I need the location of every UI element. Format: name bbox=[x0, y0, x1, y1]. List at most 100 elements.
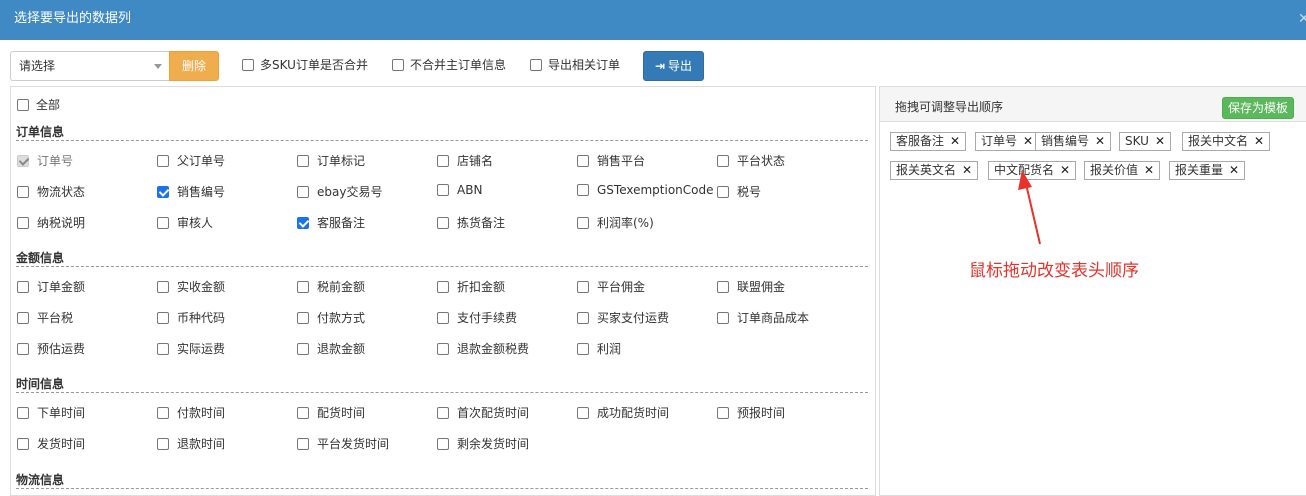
checkbox[interactable] bbox=[157, 438, 169, 450]
column-option[interactable]: 平台佣金 bbox=[577, 278, 645, 295]
column-option[interactable]: 配货时间 bbox=[297, 404, 365, 421]
column-option[interactable]: 销售编号 bbox=[157, 183, 225, 200]
checkbox[interactable] bbox=[437, 312, 449, 324]
checkbox[interactable] bbox=[17, 99, 29, 111]
column-option[interactable]: 订单金额 bbox=[17, 278, 85, 295]
column-option[interactable]: 销售平台 bbox=[577, 152, 645, 169]
checkbox[interactable] bbox=[717, 407, 729, 419]
checkbox[interactable] bbox=[297, 186, 309, 198]
column-option[interactable]: 店铺名 bbox=[437, 152, 493, 169]
checkbox[interactable] bbox=[297, 312, 309, 324]
column-tag[interactable]: 报关价值 ✕ bbox=[1084, 161, 1161, 180]
remove-icon[interactable]: ✕ bbox=[1229, 163, 1239, 177]
option-no-merge-main-order[interactable]: 不合并主订单信息 bbox=[392, 56, 506, 73]
column-option[interactable]: 折扣金额 bbox=[437, 278, 505, 295]
column-option[interactable]: 平台状态 bbox=[717, 152, 785, 169]
column-option[interactable]: 下单时间 bbox=[17, 404, 85, 421]
checkbox[interactable] bbox=[17, 343, 29, 355]
checkbox[interactable] bbox=[17, 438, 29, 450]
column-option[interactable]: 退款金额 bbox=[297, 340, 365, 357]
checkbox[interactable] bbox=[717, 312, 729, 324]
checkbox[interactable] bbox=[437, 407, 449, 419]
column-option[interactable]: 物流状态 bbox=[17, 183, 85, 200]
select-all[interactable]: 全部 bbox=[17, 96, 60, 113]
column-option[interactable]: ABN bbox=[437, 183, 482, 197]
column-option[interactable]: 审核人 bbox=[157, 214, 213, 231]
checkbox[interactable] bbox=[577, 217, 589, 229]
checkbox[interactable] bbox=[437, 281, 449, 293]
column-option[interactable]: 平台发货时间 bbox=[297, 435, 389, 452]
column-tag[interactable]: 报关英文名 ✕ bbox=[890, 161, 979, 180]
checkbox[interactable] bbox=[437, 184, 449, 196]
column-option[interactable]: 退款金额税费 bbox=[437, 340, 529, 357]
column-option[interactable]: 联盟佣金 bbox=[717, 278, 785, 295]
column-option[interactable]: 平台税 bbox=[17, 309, 73, 326]
checkbox[interactable] bbox=[577, 407, 589, 419]
checkbox[interactable] bbox=[157, 407, 169, 419]
column-option[interactable]: 税前金额 bbox=[297, 278, 365, 295]
option-merge-multi-sku[interactable]: 多SKU订单是否合并 bbox=[242, 56, 368, 73]
checkbox[interactable] bbox=[437, 438, 449, 450]
option-export-related-orders[interactable]: 导出相关订单 bbox=[530, 56, 620, 73]
checkbox[interactable] bbox=[157, 312, 169, 324]
checkbox[interactable] bbox=[157, 281, 169, 293]
column-tag[interactable]: 客服备注 ✕ bbox=[890, 132, 967, 151]
column-option[interactable]: 纳税说明 bbox=[17, 214, 85, 231]
remove-icon[interactable]: ✕ bbox=[962, 163, 972, 177]
column-option[interactable]: 父订单号 bbox=[157, 152, 225, 169]
checkbox[interactable] bbox=[437, 343, 449, 355]
checkbox[interactable] bbox=[577, 184, 589, 196]
checkbox[interactable] bbox=[17, 186, 29, 198]
column-option[interactable]: 预报时间 bbox=[717, 404, 785, 421]
column-tag[interactable]: 订单号 ✕ bbox=[975, 132, 1040, 151]
column-option[interactable]: 订单标记 bbox=[297, 152, 365, 169]
remove-icon[interactable]: ✕ bbox=[1060, 163, 1070, 177]
checkbox[interactable] bbox=[577, 343, 589, 355]
save-template-button[interactable]: 保存为模板 bbox=[1222, 97, 1294, 119]
column-option[interactable]: 首次配货时间 bbox=[437, 404, 529, 421]
column-option[interactable]: 拣货备注 bbox=[437, 214, 505, 231]
checkbox[interactable] bbox=[297, 217, 309, 229]
checkbox[interactable] bbox=[242, 59, 254, 71]
column-tag[interactable]: 销售编号 ✕ bbox=[1035, 132, 1112, 151]
checkbox[interactable] bbox=[297, 343, 309, 355]
checkbox[interactable] bbox=[717, 155, 729, 167]
checkbox[interactable] bbox=[157, 186, 169, 198]
column-option[interactable]: 税号 bbox=[717, 183, 761, 200]
checkbox[interactable] bbox=[17, 407, 29, 419]
column-option[interactable]: 客服备注 bbox=[297, 214, 365, 231]
checkbox[interactable] bbox=[437, 155, 449, 167]
column-option[interactable]: 剩余发货时间 bbox=[437, 435, 529, 452]
remove-icon[interactable]: ✕ bbox=[1144, 163, 1154, 177]
checkbox[interactable] bbox=[17, 281, 29, 293]
column-option[interactable]: GSTexemptionCode bbox=[577, 183, 714, 197]
column-option[interactable]: 实际运费 bbox=[157, 340, 225, 357]
checkbox[interactable] bbox=[17, 312, 29, 324]
checkbox[interactable] bbox=[577, 312, 589, 324]
delete-button[interactable]: 删除 bbox=[169, 51, 219, 81]
column-option[interactable]: 币种代码 bbox=[157, 309, 225, 326]
column-option[interactable]: 付款时间 bbox=[157, 404, 225, 421]
remove-icon[interactable]: ✕ bbox=[1095, 134, 1105, 148]
checkbox[interactable] bbox=[297, 155, 309, 167]
column-option[interactable]: 订单商品成本 bbox=[717, 309, 809, 326]
checkbox[interactable] bbox=[157, 217, 169, 229]
checkbox[interactable] bbox=[157, 343, 169, 355]
column-option[interactable]: 支付手续费 bbox=[437, 309, 517, 326]
column-tag[interactable]: 报关中文名 ✕ bbox=[1182, 132, 1271, 151]
column-option[interactable]: 实收金额 bbox=[157, 278, 225, 295]
checkbox[interactable] bbox=[530, 59, 542, 71]
column-tag[interactable]: SKU ✕ bbox=[1119, 132, 1172, 151]
remove-icon[interactable]: ✕ bbox=[1023, 134, 1033, 148]
column-option[interactable]: 成功配货时间 bbox=[577, 404, 669, 421]
column-tag[interactable]: 报关重量 ✕ bbox=[1169, 161, 1246, 180]
checkbox[interactable] bbox=[577, 281, 589, 293]
column-option[interactable]: 预估运费 bbox=[17, 340, 85, 357]
checkbox[interactable] bbox=[437, 217, 449, 229]
column-option[interactable]: ebay交易号 bbox=[297, 183, 382, 200]
export-button[interactable]: ⇥ 导出 bbox=[643, 51, 704, 81]
template-select[interactable]: 请选择 bbox=[10, 51, 170, 81]
checkbox[interactable] bbox=[297, 407, 309, 419]
column-option[interactable]: 付款方式 bbox=[297, 309, 365, 326]
remove-icon[interactable]: ✕ bbox=[950, 134, 960, 148]
